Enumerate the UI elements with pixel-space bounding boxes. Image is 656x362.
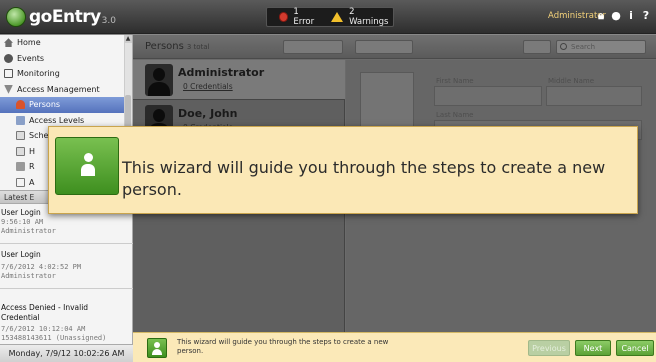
sidebar-item-label: H	[29, 146, 36, 156]
search-placeholder: Search	[571, 43, 596, 51]
search-input[interactable]: Search	[556, 40, 646, 54]
next-button[interactable]: Next	[575, 340, 611, 356]
sidebar-item-access-management[interactable]: Access Management	[0, 82, 132, 98]
person-icon	[16, 100, 25, 110]
sidebar-item-label: Monitoring	[17, 69, 60, 79]
wizard-tooltip: This wizard will guide you through the s…	[48, 126, 638, 214]
top-bar: goEntry 3.0 1 Error 2 Warnings Administr…	[0, 0, 656, 34]
avatar	[145, 64, 173, 96]
lock-icon[interactable]: 🔒︎	[595, 10, 607, 22]
error-icon	[279, 12, 289, 22]
add-person-icon	[147, 338, 167, 358]
sidebar-item-persons[interactable]: Persons	[0, 97, 132, 113]
info-icon[interactable]: i	[625, 10, 637, 22]
events-icon	[4, 53, 13, 63]
alerts-indicator[interactable]: 1 Error 2 Warnings	[266, 7, 394, 27]
event-time: 7/6/2012 10:12:04 AM	[1, 325, 86, 333]
sidebar-item-label: R	[29, 162, 35, 172]
home-icon	[4, 38, 13, 48]
sidebar-item-label: Access Management	[17, 84, 100, 94]
monitor-icon	[4, 69, 13, 79]
previous-button[interactable]: Previous	[528, 340, 570, 356]
logo-text: goEntry	[29, 7, 101, 27]
cancel-button[interactable]: Cancel	[616, 340, 654, 356]
sidebar-item-home[interactable]: Home	[0, 35, 132, 51]
sidebar-item-label: Home	[17, 38, 41, 48]
persons-title-text: Persons	[145, 41, 184, 52]
first-name-label: First Name	[436, 77, 474, 85]
help-icon[interactable]: ?	[640, 10, 652, 22]
page-title: Persons 3 total	[145, 41, 210, 52]
event-user: Administrator	[1, 226, 56, 235]
person-name: Doe, John	[178, 107, 238, 120]
first-name-field[interactable]	[434, 86, 542, 106]
sidebar-item-label: Access Levels	[29, 115, 85, 125]
event-credential: 153488143611 (Unassigned)	[1, 333, 107, 342]
sidebar-item-monitoring[interactable]: Monitoring	[0, 66, 132, 82]
event-time: 9:56:10 AM	[1, 218, 44, 226]
event-item[interactable]: Access Denied - Invalid Credential 7/6/2…	[0, 290, 133, 345]
schedule-icon	[16, 131, 25, 141]
chat-icon[interactable]: ●	[610, 10, 622, 22]
warning-icon	[331, 12, 344, 22]
event-time: 7/6/2012 4:02:52 PM	[1, 263, 82, 271]
event-title: User Login	[1, 250, 41, 259]
sidebar-item-events[interactable]: Events	[0, 51, 132, 67]
wizard-tooltip-text: This wizard will guide you through the s…	[122, 158, 606, 199]
search-icon	[560, 43, 567, 50]
app-logo[interactable]: goEntry 3.0	[6, 6, 116, 28]
add-person-icon	[55, 137, 119, 195]
persons-count: 3 total	[186, 43, 210, 51]
access-levels-icon	[16, 115, 25, 125]
warning-count: 2 Warnings	[349, 7, 389, 27]
globe-icon	[6, 7, 26, 27]
middle-name-field[interactable]	[546, 86, 642, 106]
areas-icon	[16, 177, 25, 187]
persons-toolbar: Persons 3 total Search	[133, 35, 656, 59]
current-datetime: Monday, 7/9/12 10:02:26 AM	[0, 344, 133, 362]
middle-name-label: Middle Name	[548, 77, 594, 85]
access-management-icon	[4, 84, 13, 94]
holidays-icon	[16, 146, 25, 156]
scroll-up-icon[interactable]: ▲	[124, 35, 132, 43]
credentials-link[interactable]: 0 Credentials	[183, 82, 233, 91]
event-user: Administrator	[1, 271, 56, 280]
logo-version: 3.0	[101, 16, 116, 26]
delete-person-button[interactable]	[355, 40, 413, 54]
event-item[interactable]: User Login 7/6/2012 4:02:52 PM Administr…	[0, 245, 133, 289]
sidebar-item-label: Events	[17, 53, 45, 63]
add-person-button[interactable]	[283, 40, 343, 54]
error-count: 1 Error	[293, 7, 315, 27]
person-name: Administrator	[178, 66, 265, 79]
event-title: Access Denied - Invalid Credential	[1, 303, 89, 322]
readers-icon	[16, 162, 25, 172]
wizard-bar: This wizard will guide you through the s…	[133, 332, 656, 362]
sidebar-item-label: A	[29, 177, 35, 187]
list-item[interactable]: Administrator 0 Credentials	[133, 60, 345, 100]
wizard-bar-text: This wizard will guide you through the s…	[177, 338, 389, 355]
sidebar-item-label: Persons	[29, 100, 61, 110]
filter-dropdown[interactable]	[523, 40, 551, 54]
last-name-label: Last Name	[436, 111, 474, 119]
